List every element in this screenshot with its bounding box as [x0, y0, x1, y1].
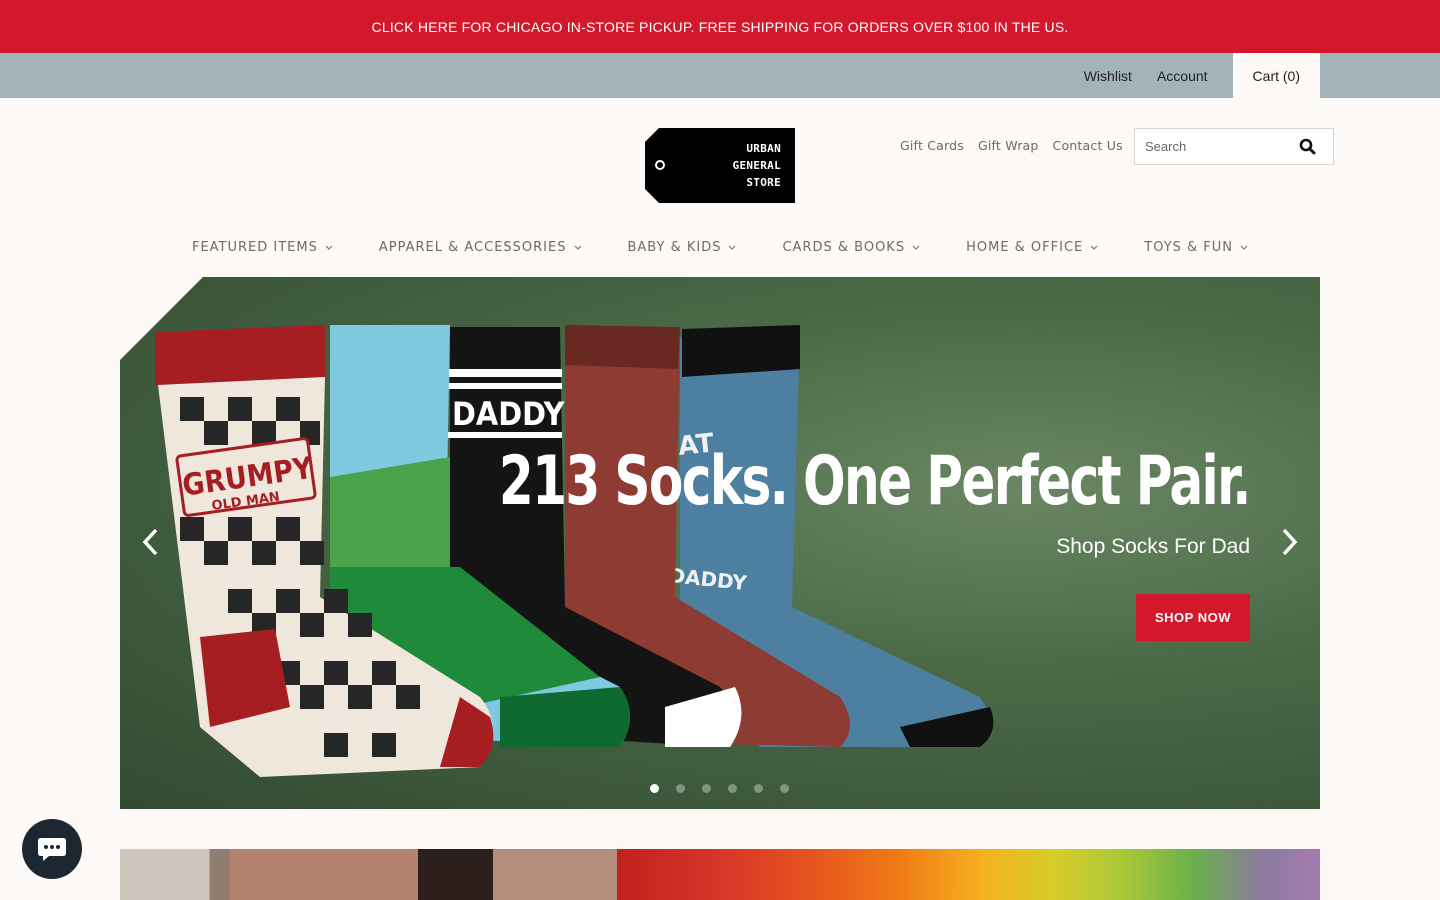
cart-link[interactable]: Cart (0): [1232, 53, 1320, 98]
slider-dot-3[interactable]: [702, 784, 711, 793]
nav-label: BABY & KIDS: [627, 240, 722, 255]
store-logo[interactable]: URBAN GENERAL STORE: [645, 128, 795, 203]
sock-label-daddy: DADDY: [452, 395, 566, 433]
featured-tiles: [120, 849, 1320, 900]
slider-dot-4[interactable]: [728, 784, 737, 793]
wishlist-link[interactable]: Wishlist: [1084, 53, 1132, 98]
account-link[interactable]: Account: [1157, 53, 1208, 98]
slider-dot-2[interactable]: [676, 784, 685, 793]
slider-dots: [650, 784, 806, 793]
hero-slider: CAT DADDY DADDY GRUMPY OLD MAN 213 Socks…: [120, 277, 1320, 809]
nav-featured-items[interactable]: FEATURED ITEMS: [192, 240, 333, 255]
nav-apparel-accessories[interactable]: APPAREL & ACCESSORIES: [379, 240, 582, 255]
gift-cards-link[interactable]: Gift Cards: [900, 138, 964, 153]
slider-dot-6[interactable]: [780, 784, 789, 793]
logo-line-store: STORE: [746, 176, 781, 189]
nav-label: FEATURED ITEMS: [191, 240, 318, 255]
logo-text: URBAN GENERAL STORE: [733, 140, 781, 191]
logo-line-urban: URBAN: [746, 142, 781, 155]
main-nav: FEATURED ITEMS APPAREL & ACCESSORIES BAB…: [0, 228, 1440, 277]
chevron-down-icon: [325, 245, 333, 250]
slider-prev-arrow-icon[interactable]: [140, 527, 160, 557]
chevron-down-icon: [729, 245, 736, 250]
slider-next-arrow-icon[interactable]: [1280, 527, 1300, 557]
nav-label: TOYS & FUN: [1144, 240, 1234, 255]
slider-dot-5[interactable]: [754, 784, 763, 793]
nav-toys-fun[interactable]: TOYS & FUN: [1144, 240, 1248, 255]
contact-us-link[interactable]: Contact Us: [1053, 138, 1123, 153]
nav-home-office[interactable]: HOME & OFFICE: [966, 240, 1098, 255]
chevron-down-icon: [1090, 245, 1098, 250]
slider-dot-1[interactable]: [650, 784, 659, 793]
nav-label: CARDS & BOOKS: [782, 240, 906, 255]
nav-label: HOME & OFFICE: [966, 240, 1084, 255]
chat-icon: [38, 838, 66, 861]
shop-now-button[interactable]: SHOP NOW: [1136, 594, 1250, 641]
site-header: URBAN GENERAL STORE Gift Cards Gift Wrap…: [0, 98, 1440, 228]
chevron-down-icon: [1240, 245, 1248, 250]
nav-baby-kids[interactable]: BABY & KIDS: [628, 240, 737, 255]
hero-subtitle[interactable]: Shop Socks For Dad: [1056, 535, 1250, 559]
chat-button[interactable]: [22, 819, 82, 879]
logo-line-general: GENERAL: [732, 159, 781, 172]
promo-banner[interactable]: CLICK HERE FOR CHICAGO IN-STORE PICKUP. …: [0, 0, 1440, 53]
chevron-down-icon: [912, 245, 920, 250]
gift-wrap-link[interactable]: Gift Wrap: [978, 138, 1039, 153]
nav-label: APPAREL & ACCESSORIES: [378, 240, 567, 255]
featured-tile-colorful-mugs-image[interactable]: [617, 849, 1320, 900]
search-input[interactable]: [1135, 139, 1285, 154]
search-box: [1134, 128, 1334, 165]
promo-banner-text: CLICK HERE FOR CHICAGO IN-STORE PICKUP. …: [371, 18, 1069, 35]
account-bar: Wishlist Account Cart (0): [0, 53, 1440, 98]
utility-links: Gift Cards Gift Wrap Contact Us: [900, 138, 1137, 153]
chevron-down-icon: [574, 245, 581, 250]
hero-title: 213 Socks. One Perfect Pair.: [499, 442, 1251, 521]
nav-cards-books[interactable]: CARDS & BOOKS: [782, 240, 920, 255]
featured-tile-person-image[interactable]: [120, 849, 617, 900]
search-icon[interactable]: [1299, 138, 1317, 156]
